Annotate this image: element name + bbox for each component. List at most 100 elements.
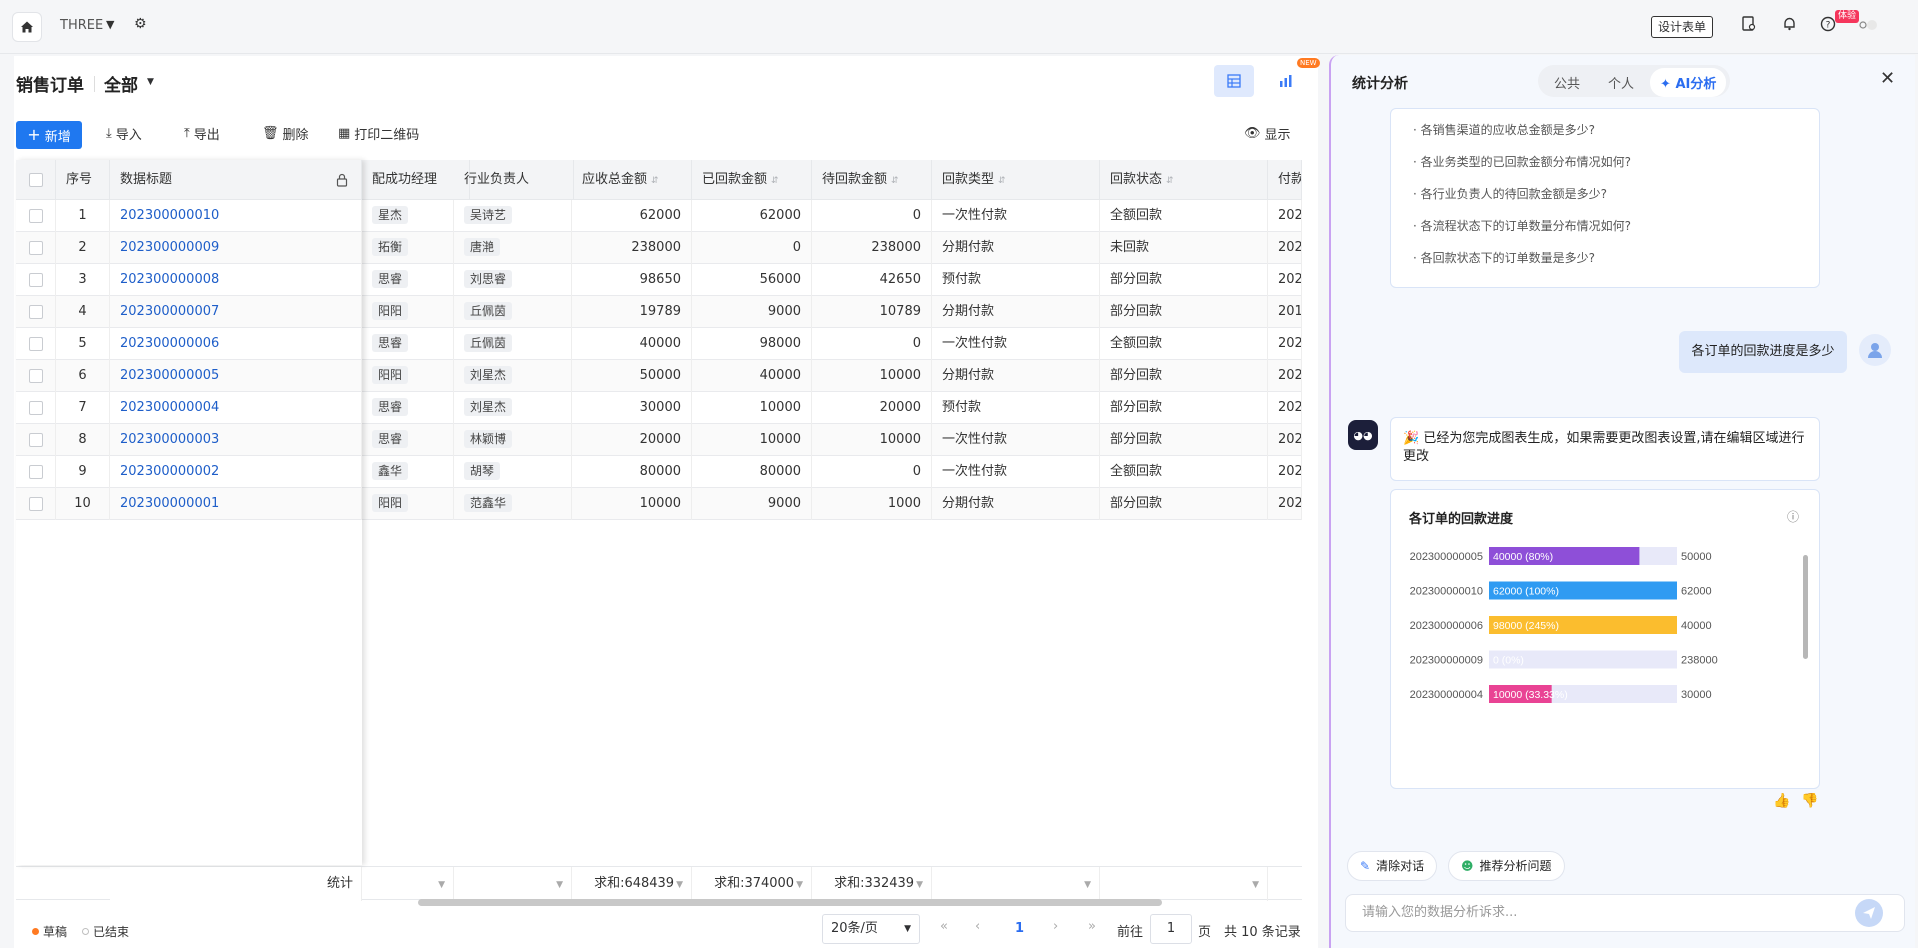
cell-pending[interactable]: 0 (812, 328, 932, 360)
cell-pay-status[interactable]: 部分回款 (1100, 488, 1268, 520)
cell-pay-status[interactable]: 部分回款 (1100, 296, 1268, 328)
app-name[interactable]: THREE (60, 18, 103, 33)
cell-receivable[interactable]: 62000 (572, 200, 692, 232)
cell-pay-status[interactable]: 部分回款 (1100, 392, 1268, 424)
cell-pending[interactable]: 10789 (812, 296, 932, 328)
cell-pending[interactable]: 20000 (812, 392, 932, 424)
frozen-row[interactable]: 1 202300000010 (16, 200, 362, 232)
last-page-icon[interactable]: » (1088, 919, 1096, 934)
cell-pay-more[interactable]: 2022 (1268, 424, 1302, 456)
cell-received[interactable]: 9000 (692, 488, 812, 520)
app-caret-icon[interactable]: ▼ (106, 18, 114, 31)
frozen-row[interactable]: 7 202300000004 (16, 392, 362, 424)
cell-title[interactable]: 202300000008 (110, 264, 362, 296)
cell-pending[interactable]: 1000 (812, 488, 932, 520)
stat-pay-status-select[interactable]: ▼ (1100, 867, 1268, 901)
cell-manager[interactable]: 阳阳 (362, 296, 454, 328)
col-seq[interactable]: 序号 (56, 160, 110, 200)
cell-pay-status[interactable]: 部分回款 (1100, 424, 1268, 456)
row-checkbox[interactable] (16, 360, 56, 392)
cell-pay-status[interactable]: 未回款 (1100, 232, 1268, 264)
cell-pending[interactable]: 42650 (812, 264, 932, 296)
cell-industry[interactable]: 丘佩茵 (454, 328, 572, 360)
bell-icon[interactable] (1782, 16, 1797, 35)
col-received[interactable]: 已回款金额 ⇵ (692, 160, 812, 200)
frozen-row[interactable]: 8 202300000003 (16, 424, 362, 456)
cell-receivable[interactable]: 10000 (572, 488, 692, 520)
cell-pay-more[interactable]: 2022 (1268, 488, 1302, 520)
cell-pay-status[interactable]: 全额回款 (1100, 328, 1268, 360)
print-qr-button[interactable]: ▦ 打印二维码 (338, 124, 419, 143)
cell-pay-more[interactable]: 2022 (1268, 232, 1302, 264)
col-pending[interactable]: 待回款金额 ⇵ (812, 160, 932, 200)
current-page[interactable]: 1 (1015, 921, 1024, 936)
scope-selector[interactable]: 全部 (104, 71, 138, 96)
cell-pending[interactable]: 0 (812, 456, 932, 488)
cell-pay-more[interactable]: 2022 (1268, 360, 1302, 392)
frozen-row[interactable]: 4 202300000007 (16, 296, 362, 328)
cell-pending[interactable]: 10000 (812, 424, 932, 456)
cell-receivable[interactable]: 30000 (572, 392, 692, 424)
suggestion-item[interactable]: · 各销售渠道的应收总金额是多少? (1413, 121, 1595, 138)
cell-receivable[interactable]: 50000 (572, 360, 692, 392)
home-button[interactable] (12, 12, 42, 42)
cell-pay-type[interactable]: 一次性付款 (932, 200, 1100, 232)
suggestion-item[interactable]: · 各业务类型的已回款金额分布情况如何? (1413, 153, 1631, 170)
col-pay-more[interactable]: 付款 (1268, 160, 1302, 200)
import-button[interactable]: ⤓ 导入 (106, 124, 142, 143)
cell-received[interactable]: 9000 (692, 296, 812, 328)
cell-title[interactable]: 202300000006 (110, 328, 362, 360)
delete-button[interactable]: 🗑 删除 (262, 124, 309, 143)
cell-pay-type[interactable]: 一次性付款 (932, 456, 1100, 488)
prev-page-icon[interactable]: ‹ (975, 919, 980, 934)
table-view-button[interactable] (1214, 65, 1254, 97)
cell-received[interactable]: 98000 (692, 328, 812, 360)
row-checkbox[interactable] (16, 264, 56, 296)
cell-receivable[interactable]: 20000 (572, 424, 692, 456)
cell-pay-type[interactable]: 预付款 (932, 264, 1100, 296)
cell-receivable[interactable]: 98650 (572, 264, 692, 296)
cell-pay-type[interactable]: 分期付款 (932, 360, 1100, 392)
horizontal-scrollbar[interactable] (418, 899, 1162, 906)
recommend-button[interactable]: ☻ 推荐分析问题 (1448, 851, 1565, 881)
cell-manager[interactable]: 阳阳 (362, 488, 454, 520)
row-checkbox[interactable] (16, 488, 56, 520)
cell-pay-type[interactable]: 一次性付款 (932, 424, 1100, 456)
cell-manager[interactable]: 思睿 (362, 264, 454, 296)
document-icon[interactable] (1741, 16, 1756, 35)
first-page-icon[interactable]: « (940, 919, 948, 934)
cell-pay-more[interactable]: 2018 (1268, 296, 1302, 328)
cell-receivable[interactable]: 238000 (572, 232, 692, 264)
cell-title[interactable]: 202300000001 (110, 488, 362, 520)
cell-pay-more[interactable]: 2024 (1268, 328, 1302, 360)
row-checkbox[interactable] (16, 296, 56, 328)
cell-manager[interactable]: 星杰 (362, 200, 454, 232)
col-pay-status[interactable]: 回款状态 ⇵ (1100, 160, 1268, 200)
clear-chat-button[interactable]: ✎ 清除对话 (1347, 851, 1438, 881)
row-checkbox[interactable] (16, 456, 56, 488)
cell-manager[interactable]: 鑫华 (362, 456, 454, 488)
cell-industry[interactable]: 刘星杰 (454, 360, 572, 392)
cell-pay-more[interactable]: 2024 (1268, 200, 1302, 232)
cell-title[interactable]: 202300000010 (110, 200, 362, 232)
cell-received[interactable]: 10000 (692, 392, 812, 424)
cell-receivable[interactable]: 19789 (572, 296, 692, 328)
cell-received[interactable]: 56000 (692, 264, 812, 296)
tab-ai-analysis[interactable]: ✦ AI分析 (1650, 68, 1727, 97)
col-receivable[interactable]: 应收总金额 ⇵ (572, 160, 692, 200)
cell-industry[interactable]: 林颖博 (454, 424, 572, 456)
cell-pay-status[interactable]: 全额回款 (1100, 456, 1268, 488)
thumbs-up-icon[interactable]: 👍 (1773, 793, 1790, 809)
frozen-row[interactable]: 3 202300000008 (16, 264, 362, 296)
cell-manager[interactable]: 思睿 (362, 424, 454, 456)
stat-pay-type-select[interactable]: ▼ (932, 867, 1100, 901)
suggestion-item[interactable]: · 各回款状态下的订单数量是多少? (1413, 249, 1595, 266)
row-checkbox[interactable] (16, 424, 56, 456)
row-checkbox[interactable] (16, 392, 56, 424)
cell-pending[interactable]: 0 (812, 200, 932, 232)
cell-pay-status[interactable]: 全额回款 (1100, 200, 1268, 232)
display-button[interactable]: 👁 显示 (1244, 124, 1291, 143)
cell-received[interactable]: 62000 (692, 200, 812, 232)
lock-icon[interactable] (336, 173, 348, 191)
chat-input[interactable]: 请输入您的数据分析诉求... (1345, 894, 1905, 932)
